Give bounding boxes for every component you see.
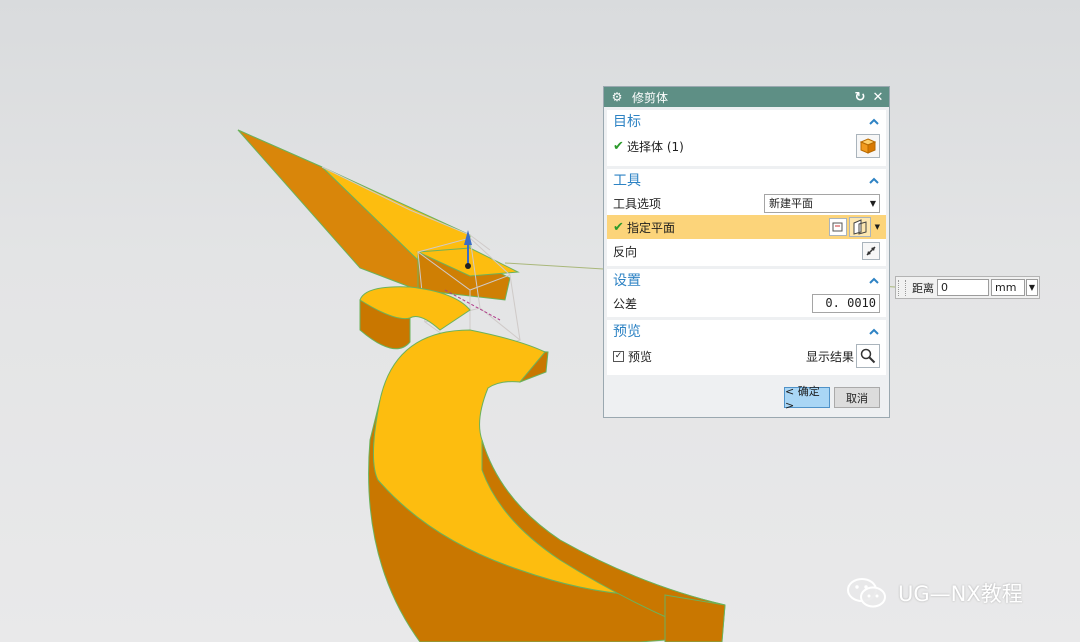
target-section: 目标 ✔ 选择体 (1)	[607, 110, 886, 166]
select-body-button[interactable]	[856, 134, 880, 158]
select-body-label: 选择体 (1)	[627, 139, 684, 154]
solid-body-icon	[860, 138, 876, 154]
trim-body-dialog: ⚙ 修剪体 ↻ ✕ 目标 ✔ 选择体 (1) 工具 工具选项 新建平面 ▼ ✔ …	[603, 86, 890, 418]
checkmark-icon: ✔	[613, 219, 624, 235]
preview-section-title: 预览	[613, 324, 641, 340]
show-result-button[interactable]	[856, 344, 880, 368]
wechat-logo-icon	[847, 578, 886, 608]
preview-label: 预览	[628, 349, 653, 364]
drag-handle[interactable]	[898, 279, 906, 296]
inferred-plane-button[interactable]	[848, 217, 871, 237]
dialog-title: 修剪体	[632, 90, 669, 105]
dropdown-arrow-icon[interactable]: ▼	[1026, 279, 1038, 296]
reverse-direction-icon	[866, 246, 876, 256]
reverse-row: 反向	[607, 239, 886, 263]
distance-unit-select[interactable]: mm	[991, 279, 1025, 296]
ok-button[interactable]: < 确定 >	[784, 385, 830, 412]
select-body-row[interactable]: ✔ 选择体 (1)	[607, 132, 886, 160]
cancel-button[interactable]: 取消	[834, 387, 880, 408]
plane-dialog-icon	[832, 222, 843, 232]
target-section-header[interactable]: 目标	[607, 110, 886, 132]
checkmark-icon: ✔	[613, 138, 624, 154]
tool-option-label: 工具选项	[613, 196, 662, 211]
dialog-title-bar[interactable]: ⚙ 修剪体 ↻ ✕	[604, 87, 889, 107]
settings-section-title: 设置	[613, 273, 641, 289]
tool-section-header[interactable]: 工具	[607, 169, 886, 191]
chevron-up-icon[interactable]	[868, 325, 880, 337]
chevron-up-icon[interactable]	[868, 174, 880, 186]
settings-section: 设置 公差 0. 0010	[607, 269, 886, 317]
reverse-direction-button[interactable]	[862, 242, 880, 260]
tolerance-row: 公差 0. 0010	[607, 291, 886, 315]
plane-dialog-button[interactable]	[828, 218, 847, 236]
preview-row: ✓ 预览 显示结果	[607, 342, 886, 370]
watermark-text: UG—NX教程	[898, 582, 1023, 606]
watermark: UG—NX教程	[846, 576, 1023, 610]
dialog-footer: < 确定 > 取消	[604, 379, 889, 417]
close-icon[interactable]: ✕	[871, 90, 885, 105]
preview-section-header[interactable]: 预览	[607, 320, 886, 342]
tool-option-value: 新建平面	[769, 197, 813, 210]
chevron-up-icon[interactable]	[868, 274, 880, 286]
plane-icon	[853, 219, 867, 235]
reset-icon[interactable]: ↻	[853, 90, 867, 105]
preview-section: 预览 ✓ 预览 显示结果	[607, 320, 886, 375]
tool-section-title: 工具	[613, 173, 641, 189]
show-result-label: 显示结果	[805, 349, 854, 364]
target-section-title: 目标	[613, 114, 641, 130]
arc-end-face	[664, 594, 726, 642]
specify-plane-label: 指定平面	[627, 220, 676, 235]
tool-section: 工具 工具选项 新建平面 ▼ ✔ 指定平面 ▼ 反向	[607, 169, 886, 266]
tolerance-label: 公差	[613, 296, 638, 311]
distance-onscreen-input: 距离 0 mm ▼	[895, 276, 1040, 299]
chevron-up-icon[interactable]	[868, 115, 880, 127]
distance-label: 距离	[912, 281, 934, 295]
plane-type-dropdown-icon[interactable]: ▼	[875, 223, 880, 231]
gear-icon[interactable]: ⚙	[610, 90, 624, 104]
preview-checkbox[interactable]: ✓	[613, 350, 624, 362]
tolerance-input[interactable]: 0. 0010	[812, 293, 880, 313]
dropdown-arrow-icon: ▼	[869, 198, 877, 208]
reverse-label: 反向	[613, 244, 638, 259]
magnifier-icon	[860, 348, 876, 364]
tool-option-select[interactable]: 新建平面 ▼	[764, 193, 880, 213]
distance-value-input[interactable]: 0	[937, 279, 989, 296]
tool-option-row: 工具选项 新建平面 ▼	[607, 191, 886, 215]
settings-section-header[interactable]: 设置	[607, 269, 886, 291]
graphics-viewport[interactable]	[0, 0, 1080, 642]
specify-plane-row[interactable]: ✔ 指定平面 ▼	[607, 215, 886, 239]
